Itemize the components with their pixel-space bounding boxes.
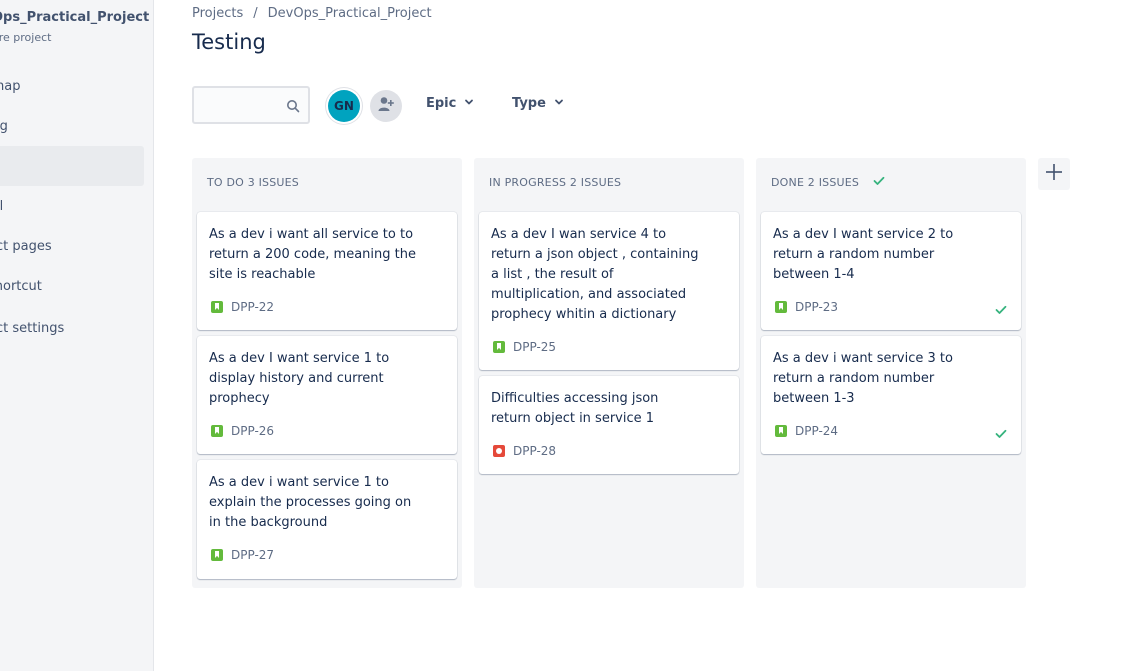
issue-card[interactable]: As a dev i want all service to to return…	[197, 212, 457, 330]
avatar[interactable]: GN	[328, 90, 360, 122]
issue-footer: DPP-27	[211, 548, 274, 562]
column-done: DONE 2 ISSUES As a dev I want service 2 …	[756, 158, 1026, 588]
epic-filter[interactable]: Epic	[426, 96, 474, 111]
issue-summary: As a dev i want service 3 to return a ra…	[773, 351, 953, 406]
issue-card[interactable]: As a dev I wan service 4 to return a jso…	[479, 212, 739, 370]
add-person-icon	[377, 95, 395, 117]
issue-key[interactable]: DPP-24	[795, 424, 838, 438]
story-icon	[775, 425, 787, 437]
type-filter-label: Type	[512, 96, 546, 111]
sidebar-item-add-shortcut[interactable]: shortcut	[0, 267, 144, 307]
column-title: TO DO 3 ISSUES	[207, 176, 299, 189]
sidebar-item-label: lmap	[0, 79, 21, 94]
add-column-button[interactable]	[1038, 158, 1070, 190]
issue-key[interactable]: DPP-23	[795, 300, 838, 314]
issue-footer: DPP-28	[493, 444, 556, 458]
issue-key[interactable]: DPP-25	[513, 340, 556, 354]
issue-summary: As a dev I want service 2 to return a ra…	[773, 227, 954, 282]
issue-card[interactable]: As a dev i want service 3 to return a ra…	[761, 336, 1021, 454]
sidebar-item-label: ect pages	[0, 239, 52, 254]
page-title: Testing	[192, 30, 266, 54]
issue-summary: As a dev I want service 1 to display his…	[209, 351, 390, 406]
project-name[interactable]: Ops_Practical_Project	[0, 10, 149, 25]
chevron-down-icon	[464, 96, 474, 111]
issue-key[interactable]: DPP-28	[513, 444, 556, 458]
story-icon	[493, 341, 505, 353]
breadcrumb-project-link[interactable]: DevOps_Practical_Project	[268, 6, 432, 21]
issue-key[interactable]: DPP-27	[231, 548, 274, 562]
issue-summary: As a dev I wan service 4 to return a jso…	[491, 227, 699, 322]
plus-icon	[1045, 163, 1063, 185]
column-title: DONE 2 ISSUES	[771, 176, 860, 189]
sidebar-item-label: all	[0, 199, 3, 214]
project-sidebar: Ops_Practical_Project are project lmap l…	[0, 0, 154, 671]
issue-summary: As a dev i want service 1 to explain the…	[209, 475, 412, 530]
search-input[interactable]	[200, 88, 284, 124]
column-title: IN PROGRESS 2 ISSUES	[489, 176, 622, 189]
epic-filter-label: Epic	[426, 96, 457, 111]
done-check-icon	[995, 424, 1007, 443]
sidebar-item-board[interactable]: d	[0, 146, 144, 186]
issue-summary: Difficulties accessing json return objec…	[491, 391, 659, 426]
type-filter[interactable]: Type	[512, 96, 564, 111]
issue-footer: DPP-22	[211, 300, 274, 314]
search-icon[interactable]	[286, 98, 300, 117]
issue-card[interactable]: As a dev i want service 1 to explain the…	[197, 460, 457, 579]
breadcrumb: Projects / DevOps_Practical_Project	[192, 6, 432, 21]
column-todo: TO DO 3 ISSUES As a dev i want all servi…	[192, 158, 462, 588]
column-header: DONE 2 ISSUES	[771, 176, 885, 189]
project-type: are project	[0, 31, 52, 44]
chevron-down-icon	[554, 96, 564, 111]
column-header: TO DO 3 ISSUES	[207, 176, 299, 189]
story-icon	[775, 301, 787, 313]
sidebar-item-project-settings[interactable]: ect settings	[0, 309, 144, 349]
check-icon	[873, 176, 885, 189]
sidebar-item-project-pages[interactable]: ect pages	[0, 227, 144, 267]
sidebar-item-backlog[interactable]: log	[0, 107, 144, 147]
breadcrumb-projects-link[interactable]: Projects	[192, 6, 243, 21]
done-check-icon	[995, 300, 1007, 319]
bug-icon	[493, 445, 505, 457]
story-icon	[211, 301, 223, 313]
column-in-progress: IN PROGRESS 2 ISSUES As a dev I wan serv…	[474, 158, 744, 588]
issue-footer: DPP-25	[493, 340, 556, 354]
sidebar-item-label: log	[0, 119, 8, 134]
story-icon	[211, 549, 223, 561]
issue-footer: DPP-26	[211, 424, 274, 438]
breadcrumb-separator: /	[253, 6, 258, 21]
add-people-button[interactable]	[370, 90, 402, 122]
sidebar-item-install[interactable]: all	[0, 187, 144, 227]
issue-footer: DPP-24	[775, 424, 838, 438]
issue-card[interactable]: As a dev I want service 1 to display his…	[197, 336, 457, 454]
issue-key[interactable]: DPP-26	[231, 424, 274, 438]
story-icon	[211, 425, 223, 437]
issue-summary: As a dev i want all service to to return…	[209, 227, 416, 282]
issue-key[interactable]: DPP-22	[231, 300, 274, 314]
search-box	[192, 86, 310, 124]
sidebar-item-label: ect settings	[0, 321, 65, 336]
sidebar-item-roadmap[interactable]: lmap	[0, 67, 144, 107]
sidebar-item-label: shortcut	[0, 279, 42, 294]
issue-card[interactable]: As a dev I want service 2 to return a ra…	[761, 212, 1021, 330]
column-header: IN PROGRESS 2 ISSUES	[489, 176, 621, 189]
issue-footer: DPP-23	[775, 300, 838, 314]
issue-card[interactable]: Difficulties accessing json return objec…	[479, 376, 739, 474]
